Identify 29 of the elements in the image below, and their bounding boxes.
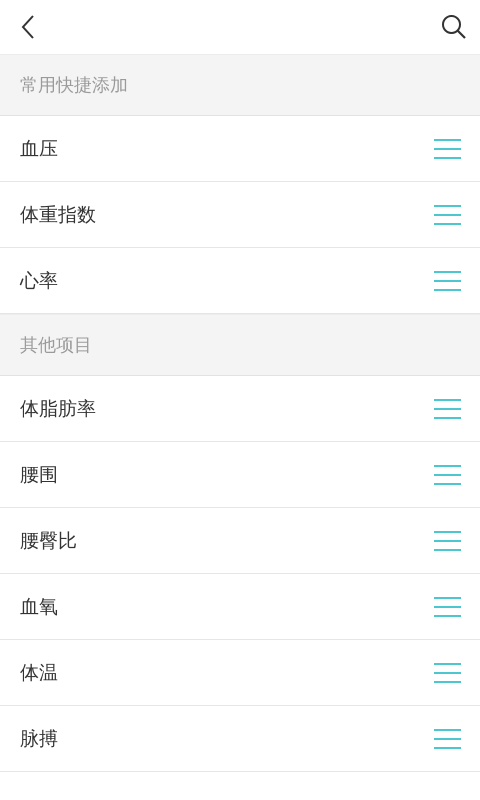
list-item[interactable]: 腰围 [0,442,480,508]
drag-handle-icon[interactable] [434,530,461,550]
drag-handle-icon[interactable] [434,596,461,616]
list-item[interactable]: 血压 [0,116,480,182]
item-label: 心率 [20,268,58,294]
list-item[interactable]: 体温 [0,640,480,706]
list-item[interactable]: 体重指数 [0,182,480,248]
drag-handle-icon[interactable] [434,204,461,224]
drag-handle-icon[interactable] [434,464,461,484]
item-label: 体脂肪率 [20,396,96,422]
section-title: 常用快捷添加 [20,74,128,97]
item-label: 体重指数 [20,202,96,228]
item-label: 血氧 [20,594,58,620]
list-item[interactable]: 血氧 [0,574,480,640]
search-button[interactable] [440,13,468,41]
drag-handle-icon[interactable] [434,270,461,290]
item-label: 脉搏 [20,726,58,752]
drag-handle-icon[interactable] [434,398,461,418]
drag-handle-icon[interactable] [434,662,461,682]
item-label: 体温 [20,660,58,686]
item-label: 腰围 [20,462,58,488]
item-label: 血压 [20,136,58,162]
list-item[interactable]: 体脂肪率 [0,376,480,442]
drag-handle-icon[interactable] [434,728,461,748]
drag-handle-icon[interactable] [434,138,461,158]
list-item[interactable]: 脉搏 [0,706,480,772]
item-label: 腰臀比 [20,528,77,554]
list-item[interactable]: 腰臀比 [0,508,480,574]
section-title: 其他项目 [20,334,92,357]
